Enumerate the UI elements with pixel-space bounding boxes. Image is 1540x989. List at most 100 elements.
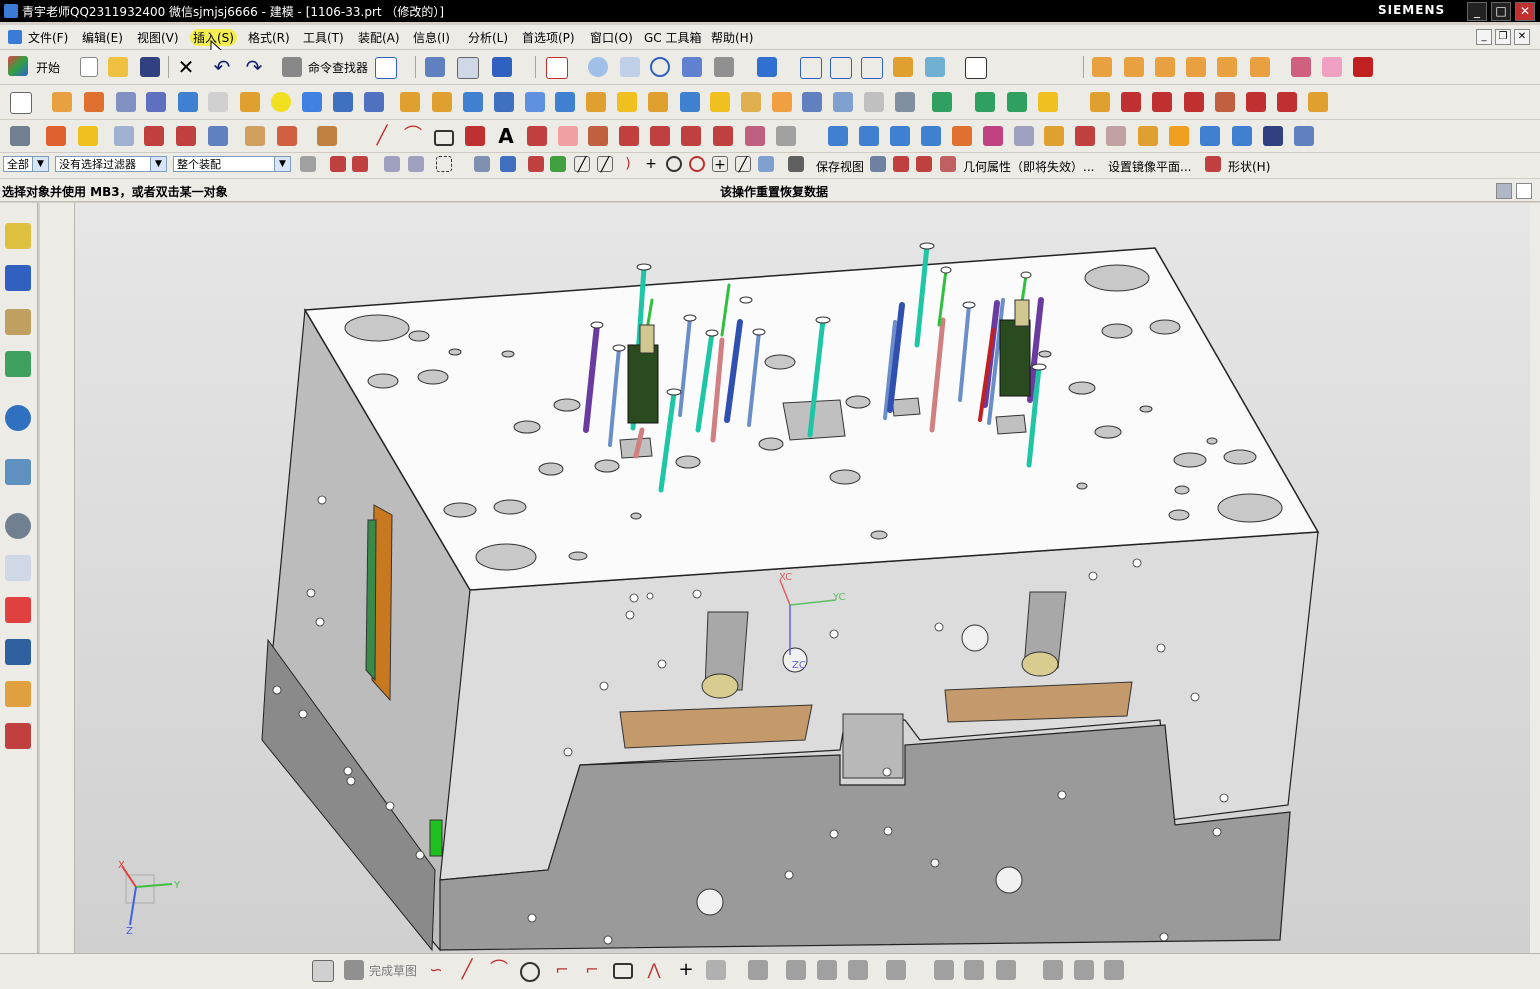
point-icon[interactable] (465, 126, 485, 146)
view-1-icon[interactable] (870, 156, 886, 172)
save-view-button[interactable]: 保存视图 (816, 158, 864, 175)
command-finder-button[interactable]: 命令查找器 (308, 59, 368, 76)
assembly-navigator-icon[interactable] (5, 223, 31, 249)
surface-10-icon[interactable] (1106, 126, 1126, 146)
draft-icon[interactable] (648, 92, 668, 112)
undo-icon[interactable]: ↶ (212, 57, 232, 77)
wrap-curve-icon[interactable] (745, 126, 765, 146)
subtract-icon[interactable] (463, 92, 483, 112)
line-icon[interactable]: ╱ (372, 126, 392, 146)
shaded-icon[interactable] (757, 57, 777, 77)
open-folder-icon[interactable] (108, 57, 128, 77)
bottom-auto-constraint-icon[interactable] (934, 960, 954, 980)
doc-restore-button[interactable]: ❐ (1495, 29, 1511, 45)
graphics-window[interactable]: XC YC ZC X Y Z (75, 203, 1530, 953)
bottom-corner-icon[interactable] (817, 960, 837, 980)
sketch-task-icon[interactable] (312, 960, 334, 982)
bottom-constraint-icon[interactable] (886, 960, 906, 980)
pocket-icon[interactable] (178, 92, 198, 112)
thicken-icon[interactable] (741, 92, 761, 112)
reuse-library-icon[interactable] (5, 351, 31, 377)
groove-icon[interactable] (240, 92, 260, 112)
curve-2-icon[interactable] (1121, 92, 1141, 112)
mold-wizard-8-icon[interactable] (1322, 57, 1342, 77)
surface-9-icon[interactable] (1075, 126, 1095, 146)
snap-point-on-curve-icon[interactable]: + (712, 156, 728, 173)
delete-face-icon[interactable] (1007, 92, 1027, 112)
bottom-chamfer-icon[interactable]: ⌐ (582, 960, 602, 980)
profile-icon[interactable]: ∽ (426, 960, 446, 980)
view-front-icon[interactable] (800, 57, 822, 79)
zoom-window-icon[interactable] (620, 57, 640, 77)
intersect-curve-icon[interactable] (681, 126, 701, 146)
resize-blend-icon[interactable] (1038, 92, 1058, 112)
save-view-icon[interactable] (788, 156, 804, 172)
bottom-line-icon[interactable]: ╱ (457, 960, 477, 980)
curve-1-icon[interactable] (1090, 92, 1110, 112)
menu-assemblies[interactable]: 装配(A) (358, 29, 400, 46)
system-materials-icon[interactable] (5, 555, 31, 581)
snap-quadrant-icon[interactable] (689, 156, 705, 172)
sketch-icon[interactable] (10, 92, 32, 114)
background-icon[interactable] (965, 57, 987, 79)
bottom-polygon-icon[interactable]: ⋀ (644, 960, 664, 980)
menu-format[interactable]: 格式(R) (248, 29, 290, 46)
scale-body-icon[interactable] (772, 92, 792, 112)
menu-analysis[interactable]: 分析(L) (468, 29, 508, 46)
curve-6-icon[interactable] (1246, 92, 1266, 112)
part-navigator-tab-icon[interactable] (5, 309, 31, 335)
mold-wizard-4-icon[interactable] (1186, 57, 1206, 77)
finish-sketch-button[interactable]: 完成草图 (369, 962, 417, 979)
bottom-rectangle-icon[interactable] (613, 963, 633, 979)
menu-file[interactable]: 文件(F) (28, 29, 68, 46)
select-icon[interactable] (114, 126, 134, 146)
surface-14-icon[interactable] (1232, 126, 1252, 146)
menu-gc-toolkit[interactable]: GC 工具箱 (644, 29, 702, 46)
surface-13-icon[interactable] (1200, 126, 1220, 146)
extract-icon[interactable] (864, 92, 884, 112)
display-icon[interactable] (474, 156, 490, 172)
slot-icon[interactable] (208, 92, 228, 112)
curve-rule-icon[interactable] (384, 156, 400, 172)
section-icon[interactable] (893, 57, 913, 77)
mold-wizard-3-icon[interactable] (1155, 57, 1175, 77)
intersect-icon[interactable] (494, 92, 514, 112)
roles-icon[interactable] (5, 681, 31, 707)
bottom-circle-icon[interactable] (520, 962, 540, 982)
bottom-point-icon[interactable]: + (676, 960, 696, 980)
surface-16-icon[interactable] (1294, 126, 1314, 146)
general-select-icon[interactable] (352, 156, 368, 172)
surface-11-icon[interactable] (1138, 126, 1158, 146)
selection-mode-icon[interactable] (492, 57, 512, 77)
inkx-icon[interactable] (146, 92, 166, 112)
bottom-alternate-icon[interactable] (1043, 960, 1063, 980)
sync-move-icon[interactable] (932, 92, 952, 112)
arc-icon[interactable]: ⌒ (403, 126, 423, 146)
geometry-props-icon[interactable] (940, 156, 956, 172)
mirror-icon[interactable] (833, 92, 853, 112)
face-rule-icon[interactable] (408, 156, 424, 172)
snap-bounded-icon[interactable]: ╱ (735, 156, 751, 173)
close-button[interactable]: ✕ (1515, 2, 1535, 21)
menu-view[interactable]: 视图(V) (137, 29, 179, 46)
mold-wizard-1-icon[interactable] (1092, 57, 1112, 77)
curve-edit-icon[interactable] (776, 126, 796, 146)
curve-offset-icon[interactable] (558, 126, 578, 146)
shape-icon[interactable] (1205, 156, 1221, 172)
measure-icon[interactable] (317, 126, 337, 146)
surface-1-icon[interactable] (828, 126, 848, 146)
finish-sketch-icon[interactable] (344, 960, 364, 980)
process-studio-icon[interactable] (5, 597, 31, 623)
curve-8-icon[interactable] (1308, 92, 1328, 112)
type-filter-select[interactable]: 全部 ▼ (3, 156, 49, 172)
lighting-icon[interactable] (925, 57, 945, 77)
save-icon[interactable] (140, 57, 160, 77)
view-iso-icon[interactable] (861, 57, 883, 79)
mold-wizard-7-icon[interactable] (1291, 57, 1311, 77)
trim-body-icon[interactable] (525, 92, 545, 112)
snap-arc-icon[interactable]: ) (620, 156, 636, 172)
view-3-icon[interactable] (916, 156, 932, 172)
surface-8-icon[interactable] (1044, 126, 1064, 146)
bottom-update-icon[interactable] (1074, 960, 1094, 980)
boolean-icon[interactable] (400, 92, 420, 112)
